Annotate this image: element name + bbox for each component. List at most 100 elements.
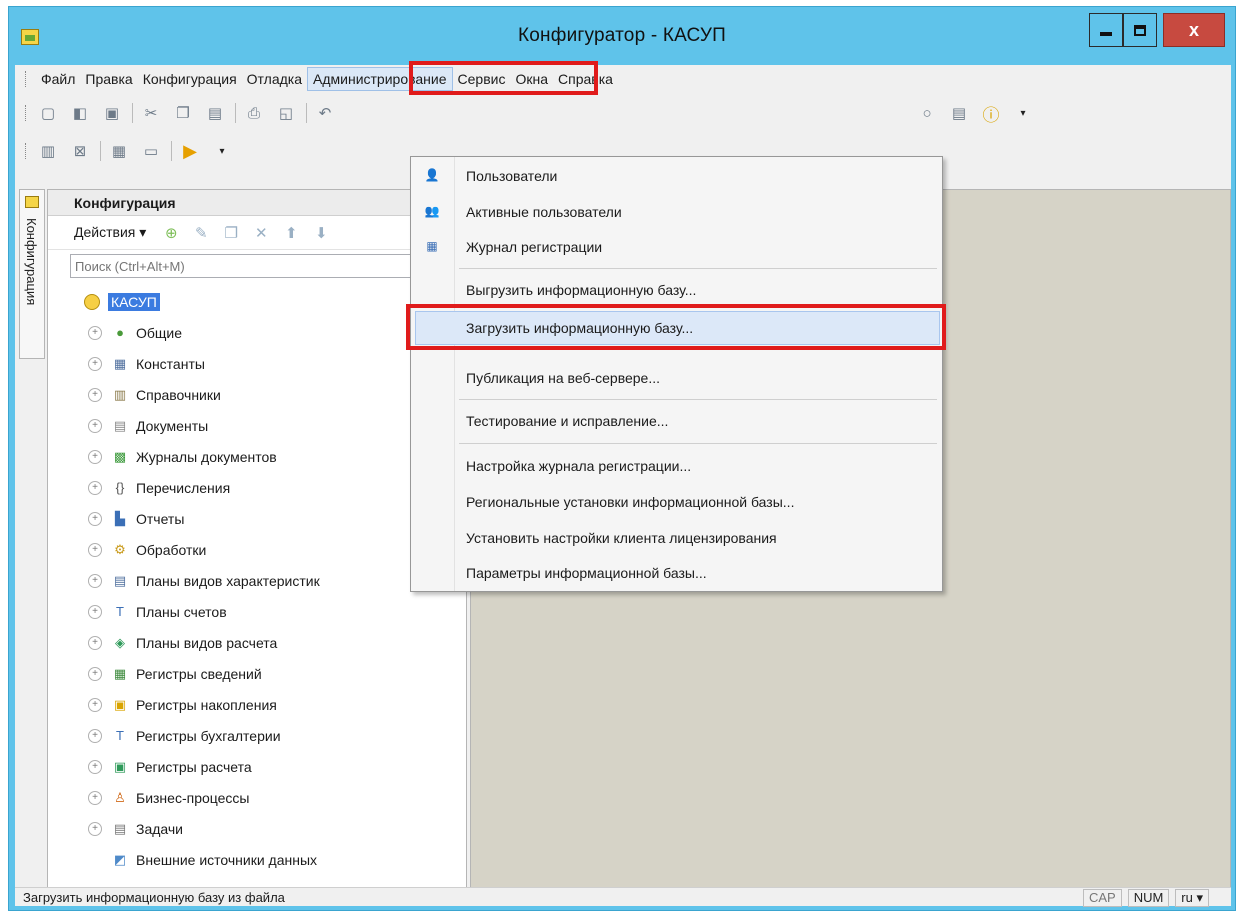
tree-item-calculation-types[interactable]: + ◈ Планы видов расчета [74,627,320,658]
menu-item-users[interactable]: 👤 Пользователи [411,159,942,193]
minimize-button[interactable] [1089,13,1123,47]
menu-administration[interactable]: Администрирование [307,67,453,91]
menu-item-test-and-repair[interactable]: Тестирование и исправление... [411,404,942,438]
compare-config-icon[interactable]: ⊠ [68,139,92,163]
move-up-icon[interactable]: ⬆ [280,222,302,244]
expand-icon[interactable]: + [88,666,102,681]
tree-item-tasks[interactable]: + ▤ Задачи [74,813,320,844]
info-icon[interactable]: ⓘ [979,101,1003,125]
update-db-icon[interactable]: ▦ [107,139,131,163]
expand-icon[interactable]: + [88,387,102,402]
language-selector[interactable]: ru ▾ [1175,888,1209,907]
copy-object-icon[interactable]: ❐ [220,222,242,244]
expand-icon[interactable]: + [88,759,102,774]
debug-dropdown-icon[interactable]: ▾ [210,139,234,163]
print-preview-icon[interactable]: ◱ [274,101,298,125]
open-config-icon[interactable]: ▥ [36,139,60,163]
print-icon[interactable]: ⎙ [242,101,266,125]
toolbar-grip[interactable] [25,143,28,159]
cut-icon[interactable]: ✂ [139,101,163,125]
expand-icon[interactable]: + [88,418,102,433]
menu-item-event-log[interactable]: ▦ Журнал регистрации [411,230,942,264]
expand-icon[interactable]: + [88,542,102,557]
move-down-icon[interactable]: ⬇ [310,222,332,244]
tree-item-information-registers[interactable]: + ▦ Регистры сведений [74,658,320,689]
add-icon[interactable]: ⊕ [160,222,182,244]
expand-icon[interactable]: + [88,821,102,836]
tree-root[interactable]: КАСУП [84,286,320,317]
tree-item-label: Перечисления [136,479,231,496]
menu-service[interactable]: Сервис [453,67,511,91]
toolbar-grip[interactable] [25,105,28,121]
tree-item-accounting-registers[interactable]: + Т Регистры бухгалтерии [74,720,320,751]
tree-item-common[interactable]: + ● Общие [74,317,320,348]
edit-icon[interactable]: ✎ [190,222,212,244]
expand-icon[interactable]: + [88,449,102,464]
tree-item-characteristic-types[interactable]: + ▤ Планы видов характеристик [74,565,320,596]
open-file-icon[interactable]: ◧ [68,101,92,125]
expand-icon[interactable]: + [88,790,102,805]
search-input[interactable] [70,254,450,278]
menu-windows[interactable]: Окна [510,67,553,91]
expand-icon[interactable]: + [88,728,102,743]
menu-item-import-infobase[interactable]: Загрузить информационную базу... [415,311,940,345]
expand-icon[interactable]: + [88,635,102,650]
menu-item-active-users[interactable]: 👥 Активные пользователи [411,195,942,229]
maximize-button[interactable] [1123,13,1157,47]
save-icon[interactable]: ▣ [100,101,124,125]
tree-item-documents[interactable]: + ▤ Документы [74,410,320,441]
expand-icon[interactable]: + [88,697,102,712]
menu-item-export-infobase[interactable]: Выгрузить информационную базу... [411,273,942,307]
menu-help[interactable]: Справка [553,67,618,91]
tree-item-calculation-registers[interactable]: + ▣ Регистры расчета [74,751,320,782]
menu-debug[interactable]: Отладка [242,67,307,91]
tree-item-chart-of-accounts[interactable]: + Т Планы счетов [74,596,320,627]
undo-icon[interactable]: ↶ [313,101,337,125]
tree-item-data-processors[interactable]: + ⚙ Обработки [74,534,320,565]
configuration-side-tab[interactable]: Конфигурация [19,189,45,359]
copy-icon[interactable]: ❐ [171,101,195,125]
expand-icon[interactable]: + [88,604,102,619]
toolbar-dropdown-icon[interactable]: ▾ [1011,101,1035,125]
find-icon[interactable]: ○ [915,101,939,125]
syntax-assistant-icon[interactable]: ▤ [947,101,971,125]
configuration-panel: Конфигурация Действия ▾ ⊕ ✎ ❐ ✕ ⬆ ⬇ КАСУ… [47,189,467,889]
expand-icon[interactable]: + [88,356,102,371]
menubar-grip[interactable] [25,71,28,87]
tree-item-document-journals[interactable]: + ▩ Журналы документов [74,441,320,472]
tree-item-enumerations[interactable]: + {} Перечисления [74,472,320,503]
panel-title: Конфигурация [48,190,466,216]
expand-icon[interactable]: + [88,573,102,588]
tree-item-business-processes[interactable]: + ♙ Бизнес-процессы [74,782,320,813]
menu-file[interactable]: Файл [36,67,80,91]
tree-item-catalogs[interactable]: + ▥ Справочники [74,379,320,410]
menu-separator [459,268,937,269]
menu-item-label: Выгрузить информационную базу... [466,282,697,298]
paste-icon[interactable]: ▤ [203,101,227,125]
menu-item-license-client-settings[interactable]: Установить настройки клиента лицензирова… [411,521,942,555]
expand-icon[interactable]: + [88,511,102,526]
expand-icon[interactable]: + [88,325,102,340]
tree-item-constants[interactable]: + ▦ Константы [74,348,320,379]
title-bar[interactable]: Конфигуратор - КАСУП x [9,7,1235,65]
menu-configuration[interactable]: Конфигурация [138,67,242,91]
start-debug-icon[interactable]: ▶ [178,139,202,163]
db-window-icon[interactable]: ▭ [139,139,163,163]
new-file-icon[interactable]: ▢ [36,101,60,125]
tree-item-reports[interactable]: + ▙ Отчеты [74,503,320,534]
menu-item-infobase-parameters[interactable]: Параметры информационной базы... [411,556,942,590]
close-button[interactable]: x [1163,13,1225,47]
tree-item-external-data-sources[interactable]: ◩ Внешние источники данных [74,844,320,875]
menu-item-event-log-settings[interactable]: Настройка журнала регистрации... [411,449,942,483]
actions-menu-button[interactable]: Действия ▾ [74,224,146,241]
menu-edit[interactable]: Правка [80,67,137,91]
tree-item-accumulation-registers[interactable]: + ▣ Регистры накопления [74,689,320,720]
toolbar-divider [132,103,133,123]
delete-icon[interactable]: ✕ [250,222,272,244]
menu-item-web-publish[interactable]: Публикация на веб-сервере... [411,361,942,395]
accumulation-registers-icon: ▣ [113,696,127,712]
expander-placeholder [88,853,102,867]
menu-item-regional-settings[interactable]: Региональные установки информационной ба… [411,485,942,519]
toolbar-divider [235,103,236,123]
expand-icon[interactable]: + [88,480,102,495]
